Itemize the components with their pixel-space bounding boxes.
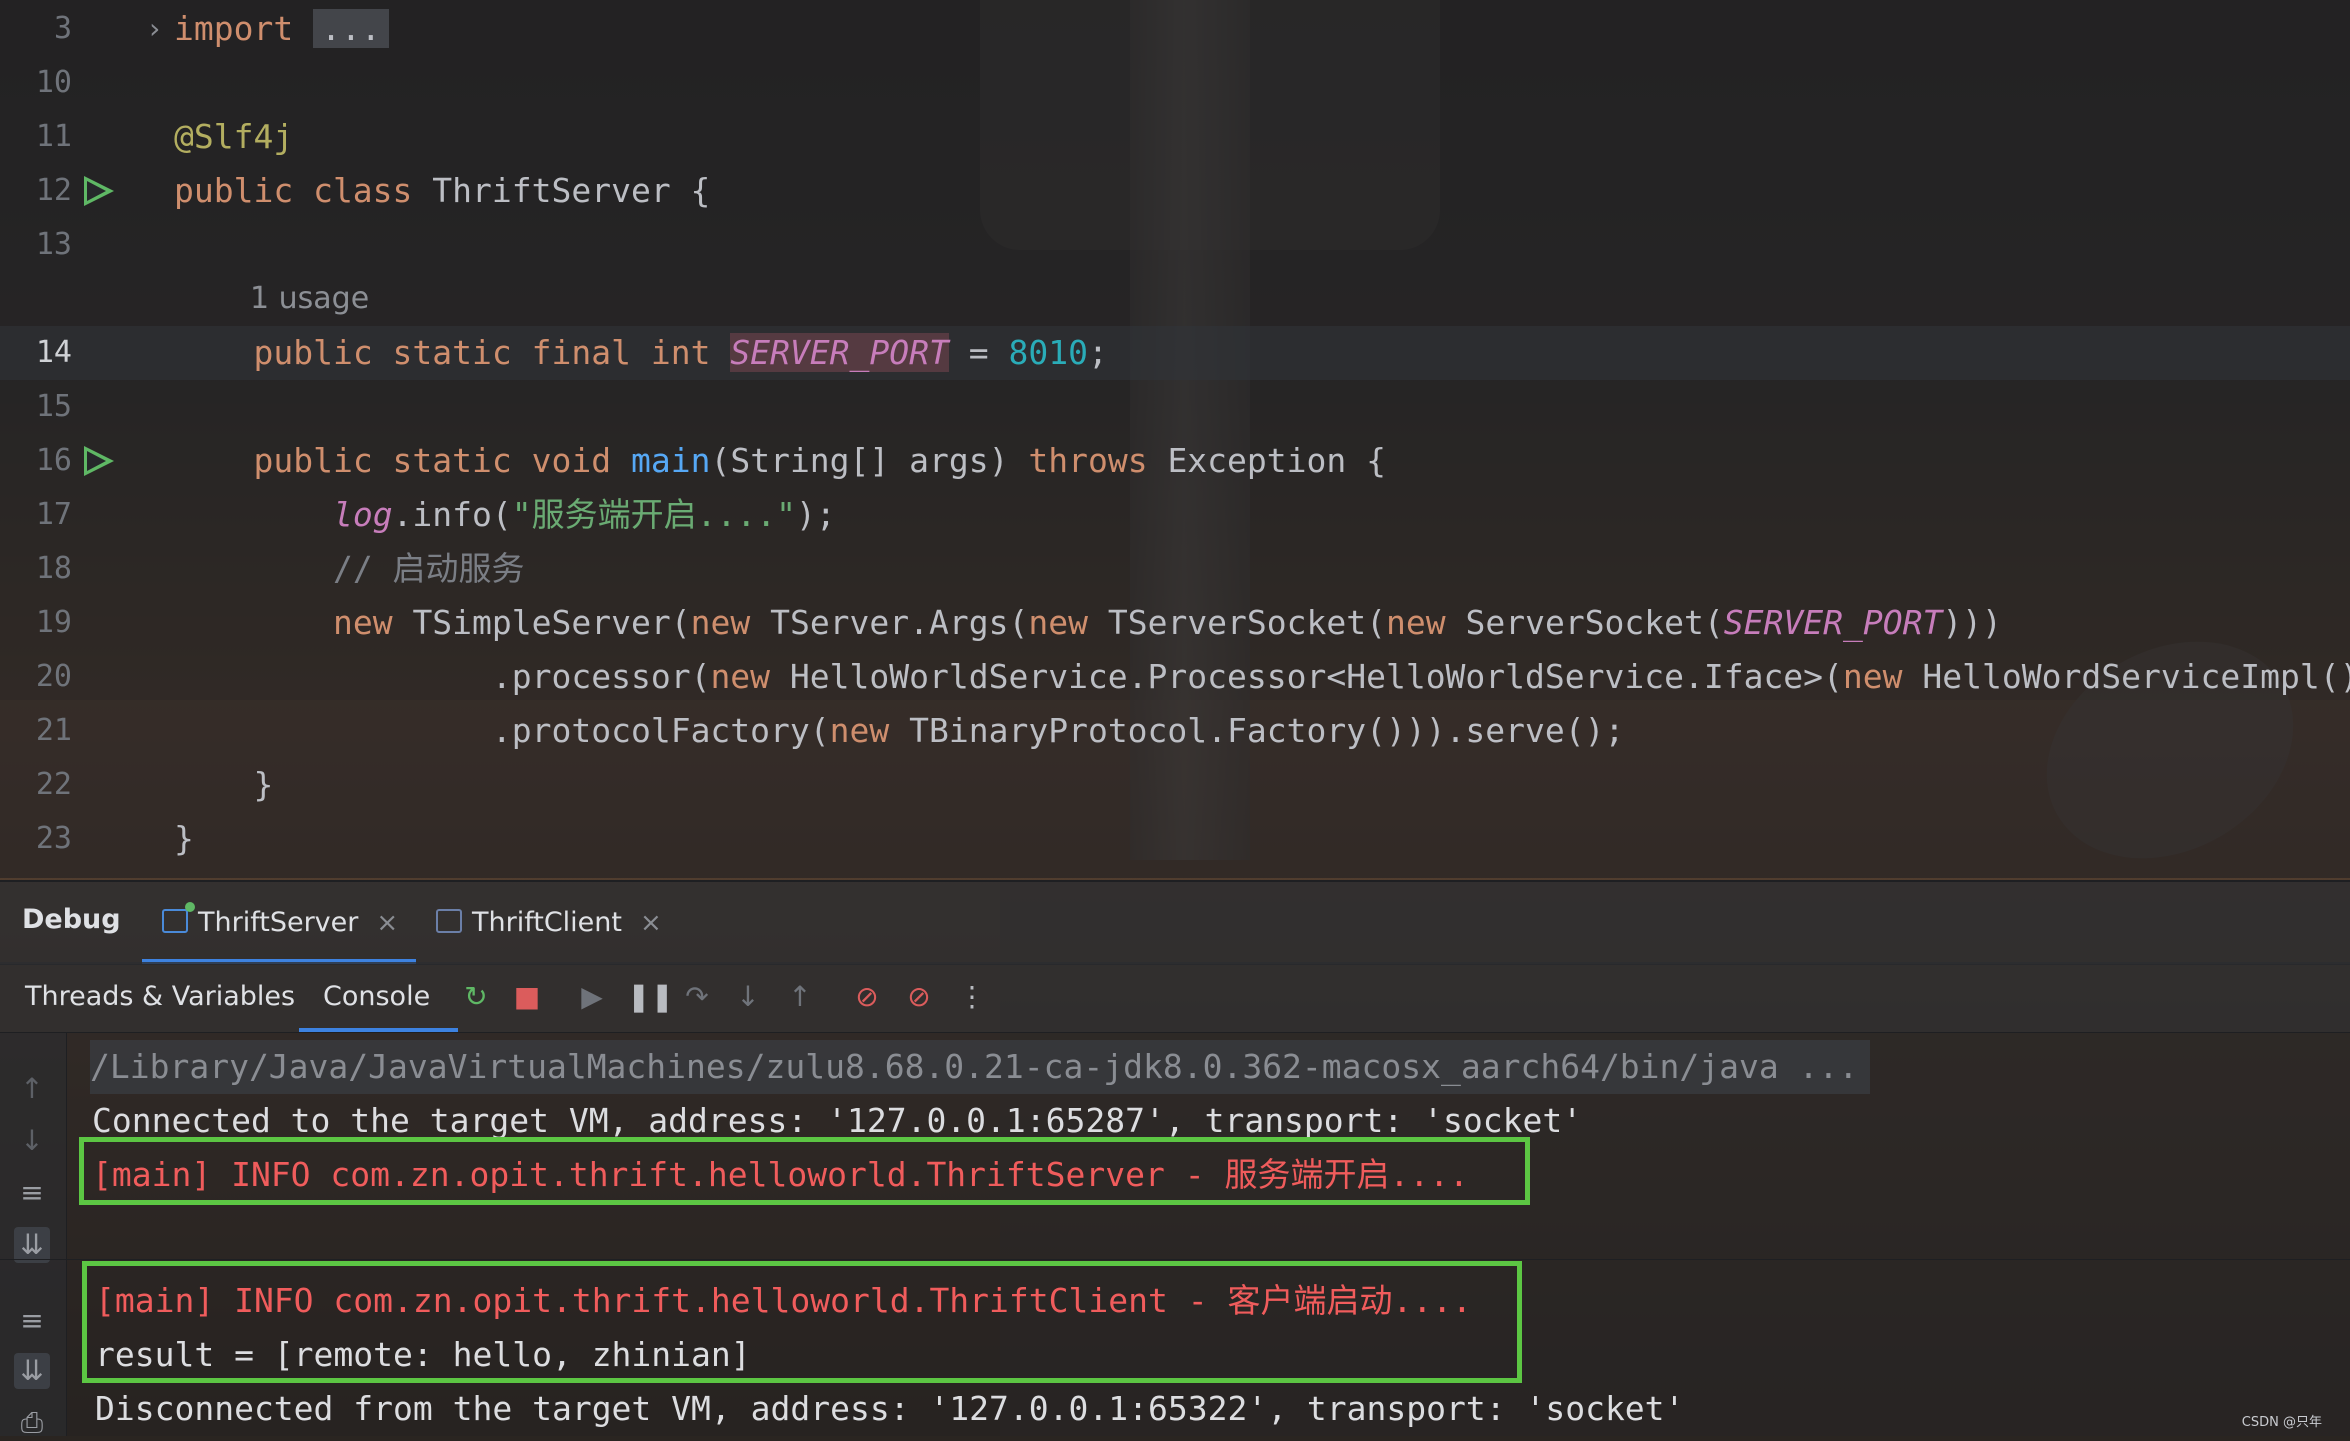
code-text: log.info("服务端开启...."); — [332, 495, 836, 534]
soft-wrap-icon[interactable]: ≡ — [14, 1303, 50, 1339]
line-number[interactable]: 18 — [0, 542, 72, 596]
code-line[interactable]: 21 .protocolFactory(new TBinaryProtocol.… — [0, 704, 2350, 758]
line-number[interactable]: 23 — [0, 812, 72, 866]
usage-hint[interactable]: 1 usage — [250, 272, 369, 326]
mute-breakpoints-icon[interactable]: ⊘ — [902, 980, 936, 1014]
code-line[interactable]: 18 // 启动服务 — [0, 542, 2350, 596]
code-line[interactable]: 11 @Slf4j — [0, 110, 2350, 164]
highlight-box-server — [79, 1137, 1530, 1205]
code-text: import ... — [174, 2, 389, 56]
line-number[interactable]: 10 — [0, 56, 72, 110]
console-gutter: ↑ ↓ ≡ ⇊ ≡ ⇊ ⎙ — [0, 1033, 67, 1439]
step-out-icon[interactable]: ↑ — [783, 980, 817, 1014]
code-text: .protocolFactory(new TBinaryProtocol.Fac… — [491, 711, 1625, 750]
code-line[interactable]: 3 › import ... — [0, 2, 2350, 56]
fold-chevron-icon[interactable]: › — [146, 2, 163, 56]
line-number[interactable]: 17 — [0, 488, 72, 542]
code-editor[interactable]: 3 › import ... 10 11 @Slf4j 12 public class Thr… — [0, 0, 2350, 878]
line-number[interactable]: 13 — [0, 218, 72, 272]
code-text: } — [174, 819, 194, 858]
code-text: } — [174, 765, 274, 804]
code-text: .processor(new HelloWorldService.Process… — [491, 657, 2350, 696]
scroll-to-end-icon[interactable]: ⇊ — [14, 1227, 50, 1263]
code-line[interactable]: 23} — [0, 812, 2350, 866]
console-divider — [0, 1259, 2350, 1260]
code-line[interactable]: 1 usage — [0, 272, 2350, 326]
tab-thriftserver[interactable]: ThriftServer × — [142, 882, 417, 964]
line-number[interactable]: 11 — [0, 110, 72, 164]
tab-console[interactable]: Console — [299, 962, 459, 1032]
tab-thriftclient[interactable]: ThriftClient × — [436, 882, 662, 964]
tab-label: ThriftServer — [198, 907, 359, 938]
tab-label: ThriftClient — [472, 907, 622, 938]
line-number[interactable]: 3 — [0, 2, 72, 56]
code-text: public class ThriftServer { — [174, 171, 711, 210]
line-number[interactable]: 12 — [0, 164, 72, 218]
code-line[interactable]: 14 public static final int SERVER_PORT =… — [0, 326, 2350, 380]
code-line[interactable]: 13 — [0, 218, 2350, 272]
line-number[interactable]: 14 — [0, 326, 72, 380]
console-output[interactable]: ↑ ↓ ≡ ⇊ ≡ ⇊ ⎙ /Library/Java/JavaVirtualM… — [0, 1033, 2350, 1439]
line-number[interactable]: 20 — [0, 650, 72, 704]
stop-icon[interactable]: ■ — [510, 980, 544, 1014]
debug-tool-window-header: Debug ThriftServer × ThriftClient × — [0, 880, 2350, 965]
run-config-icon — [162, 901, 195, 933]
code-line[interactable]: 10 — [0, 56, 2350, 110]
pause-icon[interactable]: ❚❚ — [627, 980, 674, 1014]
run-gutter-icon[interactable] — [84, 446, 114, 476]
scroll-to-end-icon[interactable]: ⇊ — [14, 1353, 50, 1389]
code-line[interactable]: 12 public class ThriftServer { — [0, 164, 2350, 218]
more-options-icon[interactable]: ⋮ — [955, 980, 989, 1014]
line-number[interactable]: 21 — [0, 704, 72, 758]
up-arrow-icon[interactable]: ↑ — [14, 1071, 50, 1107]
run-config-icon — [436, 908, 462, 933]
run-gutter-icon[interactable] — [84, 176, 114, 206]
code-text: new TSimpleServer(new TServer.Args(new T… — [332, 603, 2002, 642]
code-text: @Slf4j — [174, 117, 294, 156]
code-line[interactable]: 17 log.info("服务端开启...."); — [0, 488, 2350, 542]
code-line[interactable]: 16 public static void main(String[] args… — [0, 434, 2350, 488]
code-text: // 启动服务 — [332, 549, 525, 588]
code-line[interactable]: 22 } — [0, 758, 2350, 812]
line-number[interactable]: 19 — [0, 596, 72, 650]
watermark: CSDN @只年 — [2241, 1415, 2322, 1430]
close-icon[interactable]: × — [640, 908, 662, 938]
console-line-path: /Library/Java/JavaVirtualMachines/zulu8.… — [90, 1040, 1871, 1094]
line-number[interactable]: 22 — [0, 758, 72, 812]
rerun-icon[interactable]: ↻ — [459, 980, 493, 1014]
step-into-icon[interactable]: ↓ — [731, 980, 765, 1014]
code-line[interactable]: 20 .processor(new HelloWorldService.Proc… — [0, 650, 2350, 704]
code-text: public static void main(String[] args) t… — [253, 441, 1386, 480]
step-over-icon[interactable]: ↷ — [680, 980, 714, 1014]
resume-icon[interactable]: ▶ — [575, 980, 609, 1014]
code-text: public static final int SERVER_PORT = 80… — [253, 333, 1108, 372]
close-icon[interactable]: × — [376, 908, 398, 938]
tab-threads-variables[interactable]: Threads & Variables — [25, 962, 295, 1032]
soft-wrap-icon[interactable]: ≡ — [14, 1175, 50, 1211]
code-line[interactable]: 19 new TSimpleServer(new TServer.Args(ne… — [0, 596, 2350, 650]
tool-window-title: Debug — [22, 904, 121, 935]
debug-toolbar: Threads & Variables Console ↻ ■ ▶ ❚❚ ↷ ↓… — [0, 962, 2350, 1033]
view-breakpoints-icon[interactable]: ⊘ — [850, 980, 884, 1014]
line-number[interactable]: 16 — [0, 434, 72, 488]
tab-console-label: Console — [323, 981, 431, 1012]
down-arrow-icon[interactable]: ↓ — [14, 1123, 50, 1159]
line-number[interactable]: 15 — [0, 380, 72, 434]
highlight-box-client — [82, 1261, 1522, 1383]
console-line-disconnected: Disconnected from the target VM, address… — [95, 1389, 1685, 1428]
code-line[interactable]: 15 — [0, 380, 2350, 434]
